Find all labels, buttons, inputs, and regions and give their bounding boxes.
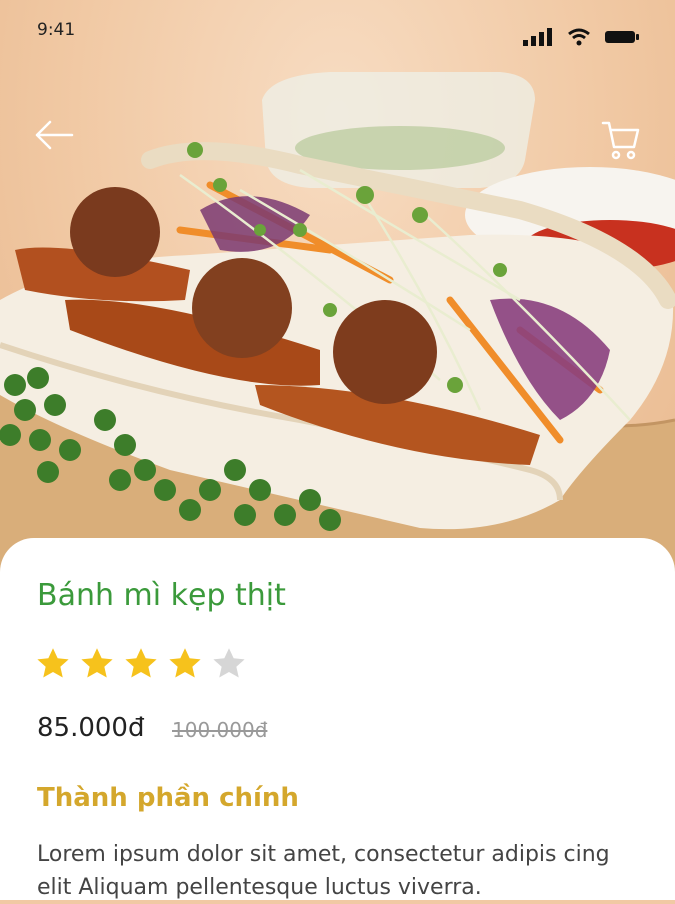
star-icon: [81, 648, 113, 678]
arrow-left-icon: [35, 120, 74, 150]
wifi-icon: [568, 28, 590, 46]
banh-mi-photo: [0, 72, 675, 580]
status-time: 9:41: [37, 20, 76, 40]
product-name: Bánh mì kẹp thịt: [37, 578, 286, 613]
rating-stars: [35, 646, 247, 682]
star-icon: [213, 648, 245, 678]
star-icon: [37, 648, 69, 678]
status-icons: [523, 28, 639, 46]
shopping-cart-icon: [601, 121, 640, 160]
product-image: 9:41: [0, 0, 675, 580]
cart-button[interactable]: [598, 118, 642, 162]
ingredients-title: Thành phần chính: [37, 783, 299, 813]
star-icon: [125, 648, 157, 678]
product-price: 85.000đ: [37, 713, 145, 743]
status-bar: 9:41: [0, 0, 675, 66]
back-button[interactable]: [32, 113, 76, 157]
product-old-price: 100.000đ: [172, 718, 268, 742]
star-icon: [169, 648, 201, 678]
signal-icon: [523, 28, 552, 46]
ingredients-description: Lorem ipsum dolor sit amet, consectetur …: [37, 842, 610, 900]
battery-icon: [605, 31, 639, 43]
